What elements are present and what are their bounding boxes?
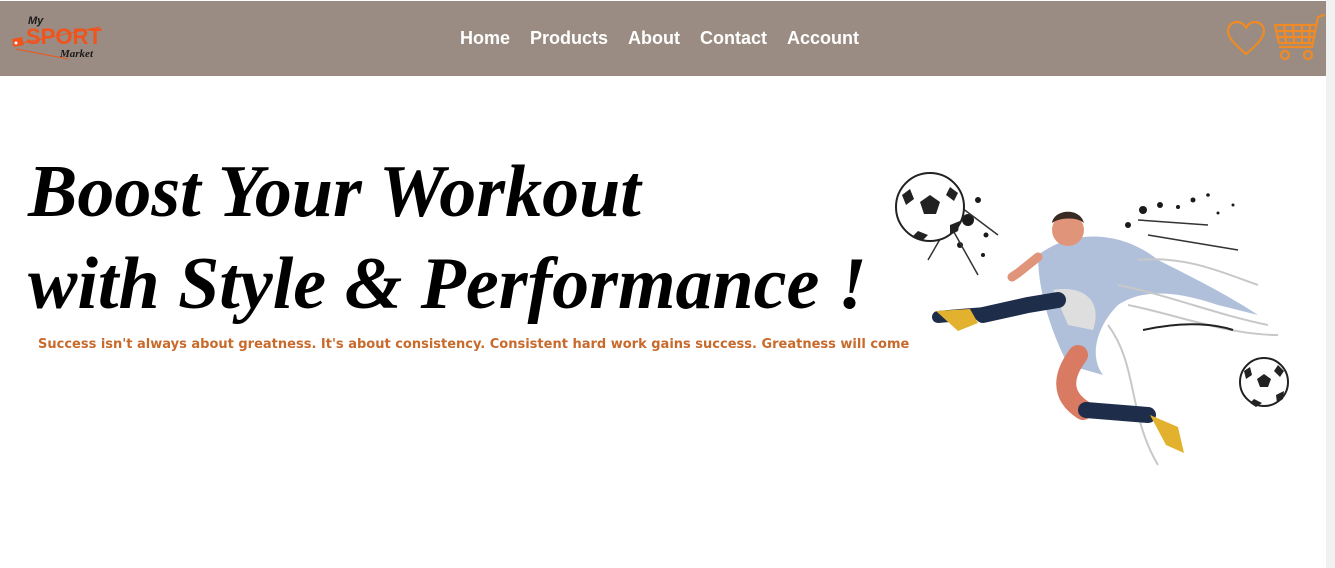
nav-link-account[interactable]: Account: [787, 28, 859, 52]
hero-title-line-2: with Style & Performance !: [28, 243, 867, 325]
hero-soccer-player-image: [895, 172, 1289, 466]
scrollbar[interactable]: [1326, 0, 1335, 568]
soccer-ball-icon: [1239, 357, 1289, 407]
hero-title: Boost Your Workout with Style & Performa…: [28, 146, 867, 330]
hero-title-line-1: Boost Your Workout: [28, 151, 641, 233]
nav-link-home[interactable]: Home: [460, 28, 510, 52]
brand-logo[interactable]: My SPORT Market: [8, 15, 108, 63]
nav-link-contact[interactable]: Contact: [700, 28, 767, 52]
logo-text-market: Market: [60, 48, 93, 60]
nav-link-products[interactable]: Products: [530, 28, 608, 52]
heart-icon[interactable]: [1226, 21, 1266, 57]
main-nav: Home Products About Contact Account: [460, 28, 859, 52]
hero-subtitle: Success isn't always about greatness. It…: [38, 337, 910, 352]
soccer-ball-icon: [895, 172, 965, 242]
shopping-cart-icon[interactable]: [1272, 13, 1326, 63]
logo-text-sport: SPORT: [26, 24, 102, 49]
nav-link-about[interactable]: About: [628, 28, 680, 52]
navbar: My SPORT Market Home Products About Cont…: [0, 1, 1326, 76]
